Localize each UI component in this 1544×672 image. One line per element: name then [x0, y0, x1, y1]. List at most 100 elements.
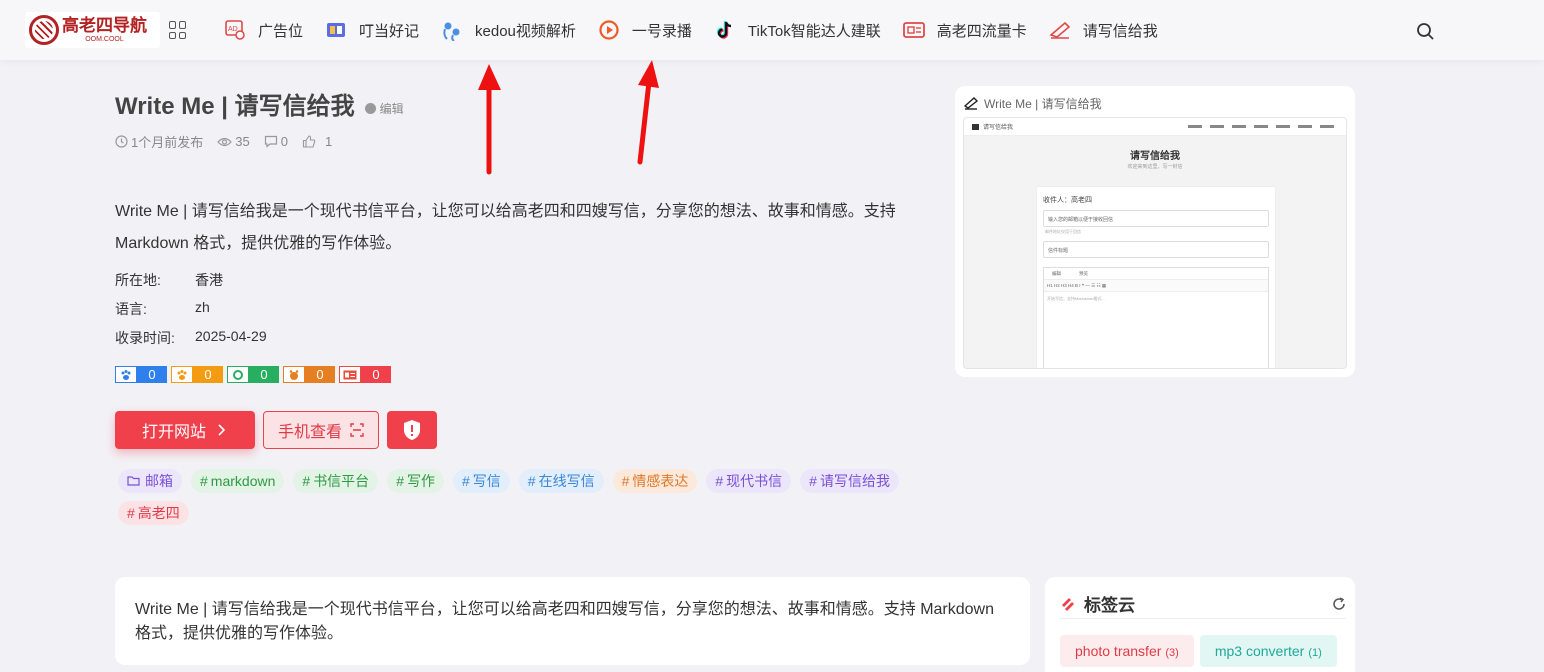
tag-cloud-item[interactable]: mp3 converter (1) [1199, 635, 1337, 667]
preview-tab-preview: 预览 [1079, 270, 1088, 276]
logo-emblem-icon [29, 15, 59, 45]
tag-chip[interactable]: # 书信平台 [293, 469, 379, 493]
tag-label: 在线写信 [538, 473, 595, 489]
eye-icon [217, 137, 233, 146]
tag-chip[interactable]: 邮箱 [118, 469, 182, 493]
tag-chip[interactable]: # 情感表达 [612, 469, 698, 493]
thumbs-up-icon [302, 135, 316, 148]
preview-email-input: 输入您的邮箱以便于接收回信 [1043, 210, 1269, 227]
nav-label: kedou视频解析 [475, 22, 576, 40]
shield-alert-icon [404, 420, 420, 440]
mobile-view-button[interactable]: 手机查看 [263, 411, 379, 449]
qr-scan-icon [350, 423, 364, 437]
nav-item-recording[interactable]: 一号录播 [598, 0, 692, 60]
preview-heading: 请写信给我 [1130, 151, 1180, 162]
tag-hash: # [461, 473, 470, 489]
nav-item-write-me[interactable]: 请写信给我 [1049, 0, 1158, 60]
tag-cloud-icon [1062, 597, 1074, 611]
tag-chip[interactable]: # 现代书信 [706, 469, 792, 493]
tag-chip[interactable]: # 高老四 [118, 501, 189, 525]
main-nav: AD 广告位 叮当好记 kedou视频解析 一号录播 TikTok智能达人建联 … [224, 0, 1180, 60]
tag-hash: # [200, 473, 208, 489]
nav-label: 请写信给我 [1082, 22, 1158, 40]
tag-cloud-label: mp3 converter [1214, 643, 1305, 659]
preview-screenshot[interactable]: 请写信给我 请写信给我 欢迎来到这里，写一封信 收件人：高老四 输入您的邮箱以便… [963, 117, 1347, 369]
apps-grid-icon[interactable] [169, 21, 187, 39]
baidu-paw-icon [115, 366, 137, 383]
comment-count[interactable]: 0 [264, 134, 288, 149]
preview-app-bar: 请写信给我 [964, 118, 1346, 136]
tag-label: 请写信给我 [819, 473, 890, 489]
tag-chip[interactable]: # 写信 [452, 469, 510, 493]
tag-chip[interactable]: # 请写信给我 [800, 469, 899, 493]
tag-cloud-header: 标签云 [1060, 589, 1346, 619]
tag-chip[interactable]: # 在线写信 [518, 469, 604, 493]
seo-badges: 0 0 0 0 0 [115, 366, 395, 383]
badge-value: 0 [361, 366, 391, 383]
nav-label: 广告位 [258, 22, 304, 40]
tag-label: markdown [210, 473, 276, 489]
nav-label: TikTok智能达人建联 [747, 22, 881, 40]
tag-label: 高老四 [137, 505, 180, 521]
search-icon[interactable] [1416, 22, 1434, 40]
like-count[interactable]: 1 [302, 134, 332, 149]
site-logo[interactable]: 高老四导航 OOM.COOL [25, 12, 160, 48]
chevron-right-icon [218, 424, 226, 436]
publish-time: 1个月前发布 [115, 132, 203, 151]
toutiao-badge[interactable]: 0 [339, 366, 391, 383]
tag-cloud-count: (1) [1308, 647, 1322, 659]
location-label: 所在地: [115, 272, 161, 288]
tag-cloud-list: photo transfer (3) mp3 converter (1) [1060, 635, 1343, 667]
tag-hash: # [809, 473, 817, 489]
sogou-badge[interactable]: 0 [283, 366, 335, 383]
tag-chip[interactable]: # markdown [191, 469, 285, 493]
report-button[interactable] [387, 411, 437, 449]
tag-chip[interactable]: # 写作 [387, 469, 444, 493]
nav-item-tiktok[interactable]: TikTok智能达人建联 [714, 0, 881, 60]
preview-subtitle: 欢迎来到这里，写一封信 [1127, 164, 1183, 170]
pen-icon [964, 97, 978, 110]
preview-tab-edit: 编辑 [1052, 270, 1061, 276]
annotation-arrow-icon [637, 60, 659, 165]
baidu-badge[interactable]: 0 [115, 366, 167, 383]
top-nav-bar: 高老四导航 OOM.COOL AD 广告位 叮当好记 kedou视频解析 一号录… [0, 0, 1544, 60]
comment-icon [264, 135, 277, 148]
badge-value: 0 [137, 366, 167, 383]
logo-text: 高老四导航 OOM.COOL [62, 16, 147, 44]
nav-item-sim-card[interactable]: 高老四流量卡 [902, 0, 1027, 60]
annotation-arrow-icon [478, 64, 501, 175]
nav-label: 叮当好记 [359, 22, 420, 40]
360-search-icon [227, 366, 249, 383]
open-site-button[interactable]: 打开网站 [115, 411, 255, 449]
book-icon [327, 23, 346, 37]
folder-icon [127, 476, 140, 486]
nav-item-dingdang[interactable]: 叮当好记 [325, 0, 419, 60]
preview-editor: 编辑 预览 H1 H2 H3 H4 B I ❝ — ☰ ☷ ▦ 开始写信，支持Ma… [1043, 267, 1269, 368]
logo-subtitle: OOM.COOL [85, 35, 124, 43]
nav-item-kedou[interactable]: kedou视频解析 [441, 0, 576, 60]
page-title: Write Me | 请写信给我 [115, 93, 355, 120]
comment-count-text: 0 [280, 134, 288, 149]
refresh-icon[interactable] [1332, 597, 1346, 611]
write-icon [1049, 21, 1070, 39]
site-title-row: Write Me | 请写信给我 编辑 [115, 86, 404, 121]
preview-subject-input: 信件标题 [1043, 241, 1269, 258]
preview-app-name: 请写信给我 [983, 125, 1014, 131]
baidu-mobile-badge[interactable]: 0 [171, 366, 223, 383]
action-buttons: 打开网站 手机查看 [115, 411, 437, 449]
collected-label: 收录时间: [115, 330, 175, 346]
tag-cloud-item[interactable]: photo transfer (3) [1060, 635, 1194, 667]
tag-cloud-label: photo transfer [1075, 643, 1162, 659]
tag-hash: # [621, 473, 630, 489]
preview-letter-form: 收件人：高老四 输入您的邮箱以便于接收回信 邮件地址仅用于回信 信件标题 编辑 预… [1036, 186, 1276, 368]
toutiao-icon [339, 366, 361, 383]
nav-item-ads[interactable]: AD 广告位 [224, 0, 303, 60]
tadpole-icon [443, 22, 460, 41]
edit-link[interactable]: 编辑 [364, 100, 404, 117]
tag-cloud-card: 标签云 photo transfer (3) mp3 converter (1) [1045, 577, 1355, 672]
360-badge[interactable]: 0 [227, 366, 279, 383]
tag-hash: # [396, 473, 404, 489]
tag-label: 写信 [472, 473, 501, 489]
preview-editor-toolbar: H1 H2 H3 H4 B I ❝ — ☰ ☷ ▦ [1044, 280, 1268, 292]
ad-icon: AD [225, 20, 245, 40]
